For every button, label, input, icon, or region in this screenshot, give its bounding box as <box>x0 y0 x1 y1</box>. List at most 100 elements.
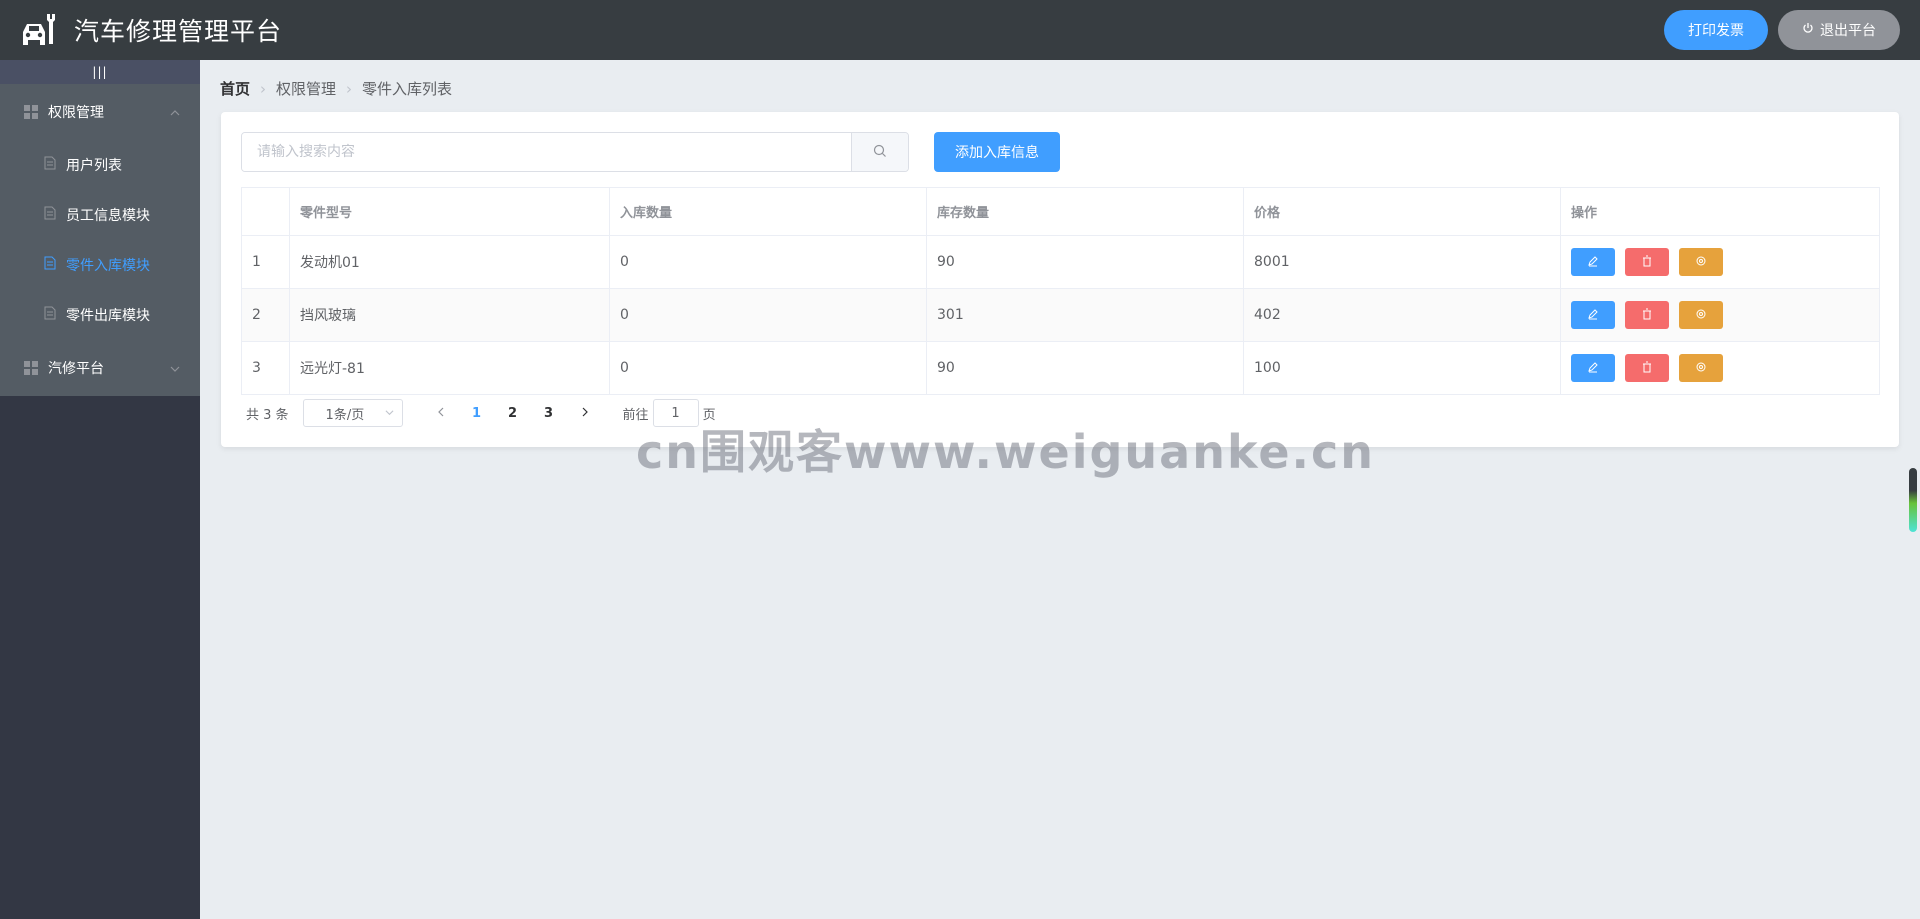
table-row: 3 远光灯-81 0 90 100 <box>241 341 1880 395</box>
search-input[interactable] <box>242 133 851 171</box>
settings-button[interactable] <box>1679 301 1723 329</box>
settings-button[interactable] <box>1679 354 1723 382</box>
edit-icon <box>1587 361 1599 376</box>
inbound-qty: 0 <box>609 341 927 395</box>
table-header-row: 零件型号 入库数量 库存数量 价格 操作 <box>241 187 1880 236</box>
sidebar-item-employee-info[interactable]: 员工信息模块 <box>0 190 200 240</box>
sidebar-toggle[interactable]: ||| <box>0 60 200 84</box>
trash-icon <box>1641 361 1653 376</box>
top-header: 汽车修理管理平台 打印发票 退出平台 <box>0 0 1920 60</box>
breadcrumb: 首页 › 权限管理 › 零件入库列表 <box>220 78 452 99</box>
search-button[interactable] <box>851 133 908 171</box>
breadcrumb-item: 权限管理 <box>276 80 337 98</box>
menu-group-permissions[interactable]: 权限管理 <box>0 84 200 140</box>
document-icon <box>44 156 56 174</box>
inbound-qty: 0 <box>609 235 927 289</box>
column-header: 价格 <box>1243 187 1561 236</box>
trash-icon <box>1641 308 1653 323</box>
menu-group-repair-platform[interactable]: 汽修平台 <box>0 340 200 396</box>
add-inbound-button[interactable]: 添加入库信息 <box>934 132 1060 172</box>
chevron-right-icon: › <box>260 79 267 98</box>
trash-icon <box>1641 255 1653 270</box>
gear-icon <box>1695 361 1707 376</box>
edit-icon <box>1587 308 1599 323</box>
sidebar-item-user-list[interactable]: 用户列表 <box>0 140 200 190</box>
sidebar-item-label: 员工信息模块 <box>66 208 150 224</box>
stock-qty: 90 <box>926 235 1244 289</box>
edit-icon <box>1587 255 1599 270</box>
parts-table: 零件型号 入库数量 库存数量 价格 操作 1 发动机01 0 90 8001 2… <box>241 187 1880 395</box>
row-actions <box>1560 235 1880 289</box>
document-icon <box>44 206 56 224</box>
search-box <box>241 132 909 172</box>
stock-qty: 90 <box>926 341 1244 395</box>
power-icon <box>1802 22 1814 38</box>
menu-group-label: 权限管理 <box>48 105 104 121</box>
car-wrench-icon <box>18 9 60 51</box>
delete-button[interactable] <box>1625 354 1669 382</box>
edit-button[interactable] <box>1571 301 1615 329</box>
app-title: 汽车修理管理平台 <box>74 17 283 46</box>
row-actions <box>1560 288 1880 342</box>
row-index: 3 <box>241 341 290 395</box>
settings-button[interactable] <box>1679 248 1723 276</box>
chevron-down-icon <box>170 362 180 378</box>
grid-icon <box>24 105 38 119</box>
delete-button[interactable] <box>1625 248 1669 276</box>
page-number[interactable]: 3 <box>531 406 567 421</box>
row-index: 1 <box>241 235 290 289</box>
sidebar-item-label: 零件出库模块 <box>66 308 150 324</box>
edit-button[interactable] <box>1571 354 1615 382</box>
column-header: 库存数量 <box>926 187 1244 236</box>
print-invoice-button[interactable]: 打印发票 <box>1664 10 1768 50</box>
search-icon <box>873 143 887 162</box>
chevron-down-icon <box>385 406 394 421</box>
page-number[interactable]: 2 <box>495 406 531 421</box>
gear-icon <box>1695 308 1707 323</box>
chevron-left-icon <box>436 406 446 421</box>
sidebar-item-label: 用户列表 <box>66 158 122 174</box>
delete-button[interactable] <box>1625 301 1669 329</box>
sidebar: ||| 权限管理 用户列表 员工信息模块 零件入库模块 零件出库模块 汽修平台 <box>0 60 200 919</box>
logout-button[interactable]: 退出平台 <box>1778 10 1900 50</box>
column-header: 操作 <box>1560 187 1880 236</box>
sidebar-menu: 权限管理 用户列表 员工信息模块 零件入库模块 零件出库模块 汽修平台 <box>0 84 200 396</box>
row-actions <box>1560 341 1880 395</box>
prev-page-button[interactable] <box>423 406 459 421</box>
content-card: 添加入库信息 零件型号 入库数量 库存数量 价格 操作 1 发动机01 0 90… <box>221 112 1899 447</box>
document-icon <box>44 306 56 324</box>
part-model: 发动机01 <box>289 235 610 289</box>
part-model: 远光灯-81 <box>289 341 610 395</box>
document-icon <box>44 256 56 274</box>
grid-icon <box>24 361 38 375</box>
chevron-right-icon <box>580 406 590 421</box>
breadcrumb-home[interactable]: 首页 <box>220 78 250 99</box>
inbound-qty: 0 <box>609 288 927 342</box>
chevron-right-icon: › <box>346 79 353 98</box>
price: 402 <box>1243 288 1561 342</box>
page-size-select[interactable]: 1条/页 <box>302 399 403 427</box>
column-header <box>241 187 290 236</box>
column-header: 零件型号 <box>289 187 610 236</box>
breadcrumb-current: 零件入库列表 <box>362 80 453 98</box>
scroll-indicator[interactable] <box>1909 468 1917 532</box>
next-page-button[interactable] <box>567 406 603 421</box>
sidebar-item-label: 零件入库模块 <box>66 258 150 274</box>
edit-button[interactable] <box>1571 248 1615 276</box>
gear-icon <box>1695 255 1707 270</box>
sidebar-item-parts-inbound[interactable]: 零件入库模块 <box>0 240 200 290</box>
page-number[interactable]: 1 <box>459 406 495 421</box>
part-model: 挡风玻璃 <box>289 288 610 342</box>
table-row: 1 发动机01 0 90 8001 <box>241 235 1880 289</box>
chevron-up-icon <box>170 106 180 122</box>
watermark-text: cn围观客www.weiguanke.cn <box>636 425 1376 479</box>
row-index: 2 <box>241 288 290 342</box>
table-row: 2 挡风玻璃 0 301 402 <box>241 288 1880 342</box>
page-size-value: 1条/页 <box>325 407 365 423</box>
print-invoice-label: 打印发票 <box>1688 23 1744 39</box>
price: 100 <box>1243 341 1561 395</box>
sidebar-item-parts-outbound[interactable]: 零件出库模块 <box>0 290 200 340</box>
price: 8001 <box>1243 235 1561 289</box>
column-header: 入库数量 <box>609 187 927 236</box>
pagination-total: 共 3 条 <box>246 407 289 423</box>
